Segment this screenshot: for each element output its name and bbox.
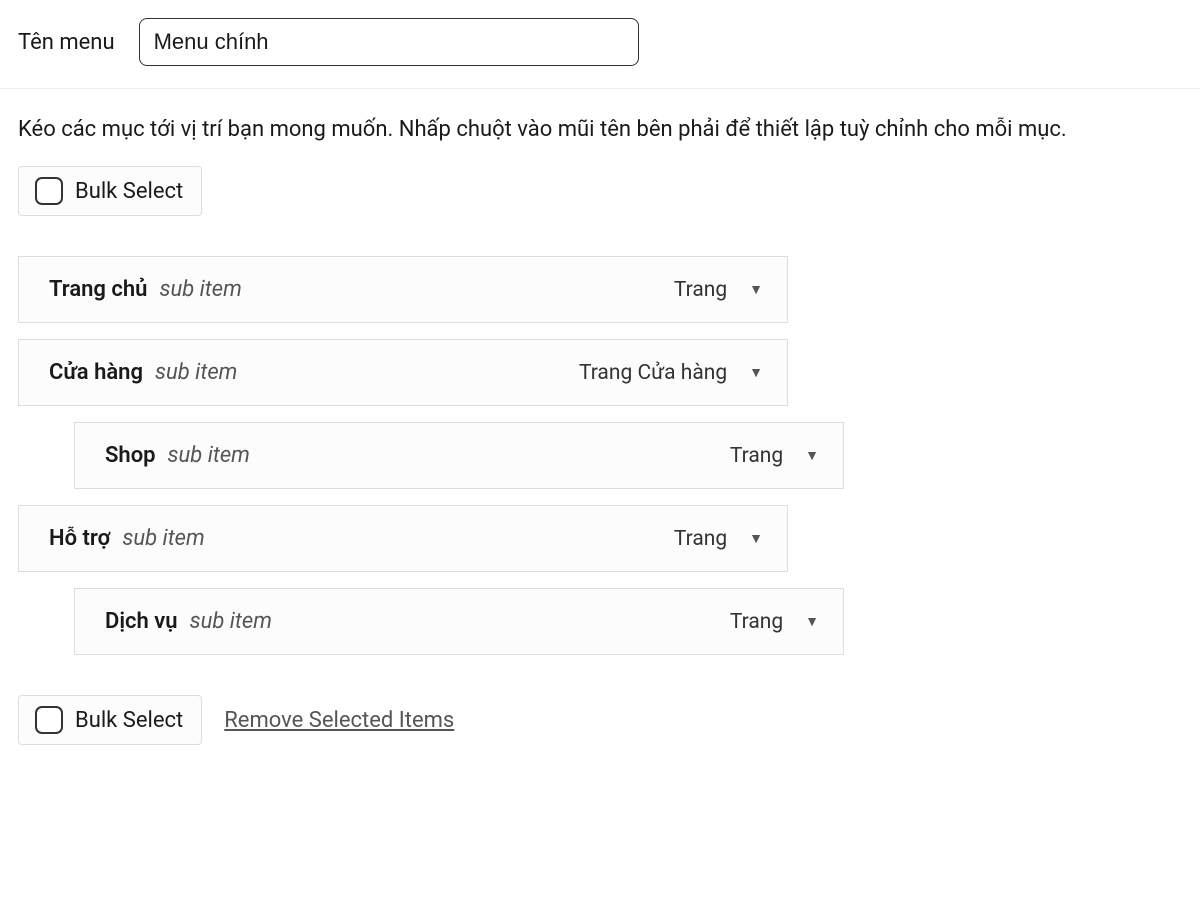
- menu-name-input[interactable]: [139, 18, 639, 66]
- menu-item-right: Trang ▼: [730, 610, 819, 634]
- chevron-down-icon[interactable]: ▼: [805, 447, 819, 464]
- menu-item-left: Cửa hàng sub item: [49, 360, 237, 385]
- menu-item-title: Dịch vụ: [105, 609, 178, 634]
- menu-items-list: Trang chủsub itemTrang▼Cửa hàngsub itemT…: [18, 256, 1182, 655]
- menu-item[interactable]: Hỗ trợ sub item Trang ▼: [18, 505, 788, 572]
- bulk-select-checkbox-top[interactable]: [35, 177, 63, 205]
- chevron-down-icon[interactable]: ▼: [805, 613, 819, 630]
- menu-item-sub-label: sub item: [155, 360, 237, 385]
- menu-item-sub-label: sub item: [122, 526, 204, 551]
- instructions-text: Kéo các mục tới vị trí bạn mong muốn. Nh…: [18, 113, 1182, 146]
- bulk-select-bottom[interactable]: Bulk Select: [18, 695, 202, 745]
- menu-name-row: Tên menu: [0, 0, 1200, 89]
- menu-item-type: Trang: [674, 278, 727, 302]
- menu-item-title: Shop: [105, 443, 156, 468]
- menu-item[interactable]: Trang chủ sub item Trang ▼: [18, 256, 788, 323]
- menu-item-left: Trang chủ sub item: [49, 277, 242, 302]
- menu-item-title: Hỗ trợ: [49, 526, 110, 551]
- menu-item-sub-label: sub item: [190, 609, 272, 634]
- menu-item-left: Dịch vụ sub item: [105, 609, 272, 634]
- menu-item-type: Trang: [730, 610, 783, 634]
- chevron-down-icon[interactable]: ▼: [749, 364, 763, 381]
- menu-item[interactable]: Dịch vụ sub item Trang ▼: [74, 588, 844, 655]
- menu-item-sub-label: sub item: [168, 443, 250, 468]
- bulk-select-label-bottom: Bulk Select: [75, 708, 183, 733]
- menu-item-right: Trang Cửa hàng ▼: [579, 361, 763, 385]
- bulk-select-top[interactable]: Bulk Select: [18, 166, 202, 216]
- menu-item-right: Trang ▼: [674, 527, 763, 551]
- menu-item-right: Trang ▼: [730, 444, 819, 468]
- menu-item[interactable]: Cửa hàng sub item Trang Cửa hàng ▼: [18, 339, 788, 406]
- chevron-down-icon[interactable]: ▼: [749, 530, 763, 547]
- menu-name-label: Tên menu: [18, 30, 115, 55]
- bottom-actions: Bulk Select Remove Selected Items: [18, 695, 1182, 745]
- menu-item[interactable]: Shop sub item Trang ▼: [74, 422, 844, 489]
- menu-item-title: Cửa hàng: [49, 360, 143, 385]
- menu-item-type: Trang Cửa hàng: [579, 361, 727, 385]
- menu-item-left: Shop sub item: [105, 443, 250, 468]
- menu-item-type: Trang: [730, 444, 783, 468]
- menu-item-type: Trang: [674, 527, 727, 551]
- chevron-down-icon[interactable]: ▼: [749, 281, 763, 298]
- menu-item-left: Hỗ trợ sub item: [49, 526, 205, 551]
- remove-selected-link[interactable]: Remove Selected Items: [224, 708, 454, 733]
- menu-item-sub-label: sub item: [159, 277, 241, 302]
- bulk-select-checkbox-bottom[interactable]: [35, 706, 63, 734]
- bulk-select-label-top: Bulk Select: [75, 179, 183, 204]
- menu-item-title: Trang chủ: [49, 277, 147, 302]
- content-area: Kéo các mục tới vị trí bạn mong muốn. Nh…: [0, 89, 1200, 769]
- menu-item-right: Trang ▼: [674, 278, 763, 302]
